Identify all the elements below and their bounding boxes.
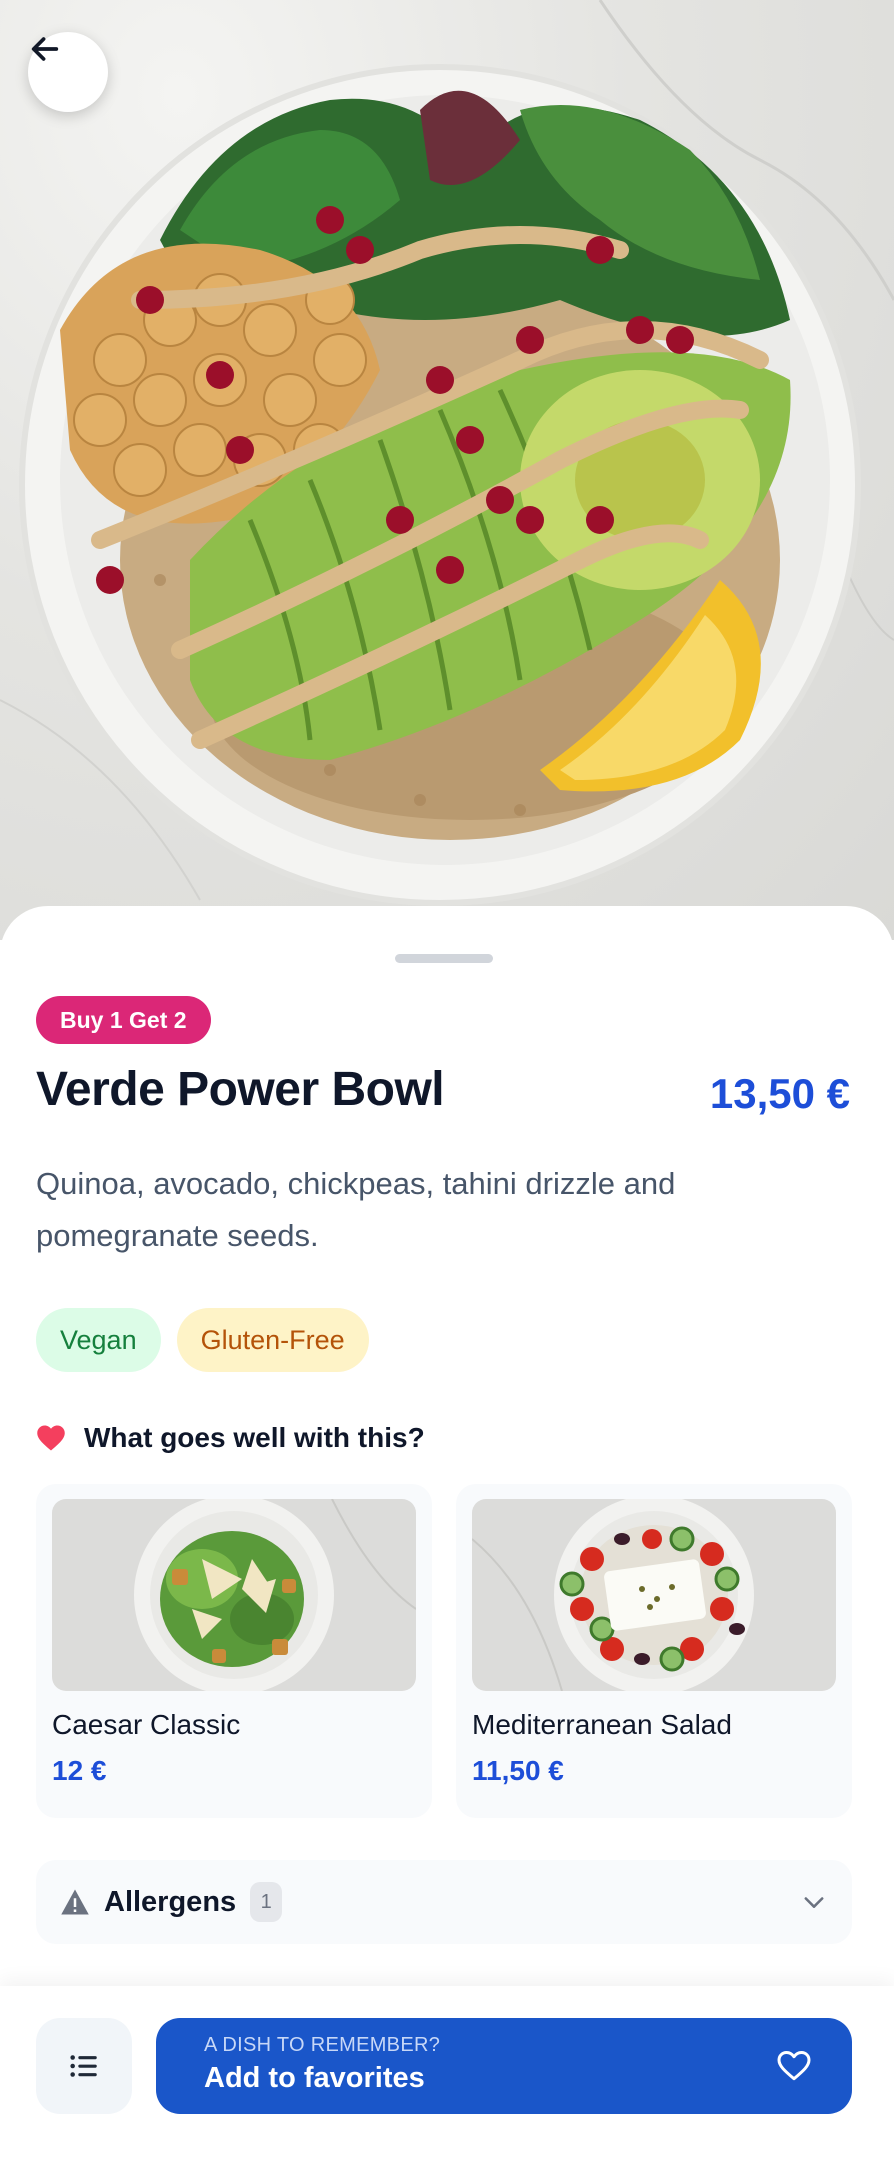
list-icon (70, 2055, 97, 2077)
dish-description: Quinoa, avocado, chickpeas, tahini drizz… (36, 1166, 676, 1253)
pairing-card-caesar[interactable]: Caesar Classic 12 € (36, 1484, 432, 1818)
back-button[interactable] (28, 32, 108, 112)
pairing-card-mediterranean[interactable]: Mediterranean Salad 11,50 € (456, 1484, 852, 1818)
heart-outline-icon (777, 2051, 811, 2081)
sheet-drag-handle[interactable] (395, 954, 493, 963)
pairing-name: Caesar Classic (52, 1709, 241, 1740)
promo-badge: Buy 1 Get 2 (36, 996, 211, 1044)
heart-icon (37, 1425, 65, 1451)
arrow-left-icon (31, 37, 59, 61)
dish-name: Verde Power Bowl (36, 1063, 445, 1116)
dish-price: 13,50 € (709, 1070, 850, 1117)
tag-gluten-free: Gluten-Free (176, 1308, 369, 1372)
hero-image (0, 0, 894, 940)
add-to-favorites-button[interactable]: A DISH TO REMEMBER? Add to favorites (156, 2018, 852, 2114)
chevron-down-icon (804, 1897, 824, 1908)
pairings-heading-label: What goes well with this? (84, 1422, 425, 1453)
warning-icon (61, 1889, 89, 1915)
pairing-price: 12 € (52, 1755, 107, 1786)
dietary-tags: Vegan Gluten-Free (36, 1308, 369, 1372)
tag-vegan: Vegan (36, 1308, 161, 1372)
pairings-heading: What goes well with this? (36, 1422, 425, 1454)
pairings-list: Caesar Classic 12 € Mediterranean Salad … (36, 1484, 852, 1818)
menu-list-button[interactable] (36, 2018, 132, 2114)
dish-detail-sheet: Buy 1 Get 2 Verde Power Bowl 13,50 € Qui… (0, 906, 894, 1986)
bottom-action-bar: A DISH TO REMEMBER? Add to favorites (0, 1986, 894, 2160)
allergens-label: Allergens (104, 1885, 237, 1918)
caesar-salad-image (52, 1499, 416, 1691)
favorites-caption: A DISH TO REMEMBER? (204, 2034, 441, 2056)
allergens-count-badge: 1 (250, 1882, 283, 1922)
favorites-label: Add to favorites (204, 2062, 425, 2094)
bowl-illustration (0, 0, 894, 906)
allergens-accordion[interactable]: Allergens 1 (36, 1860, 852, 1944)
mediterranean-salad-image (472, 1499, 836, 1691)
pairing-price: 11,50 € (472, 1755, 564, 1786)
pairing-name: Mediterranean Salad (472, 1709, 732, 1740)
